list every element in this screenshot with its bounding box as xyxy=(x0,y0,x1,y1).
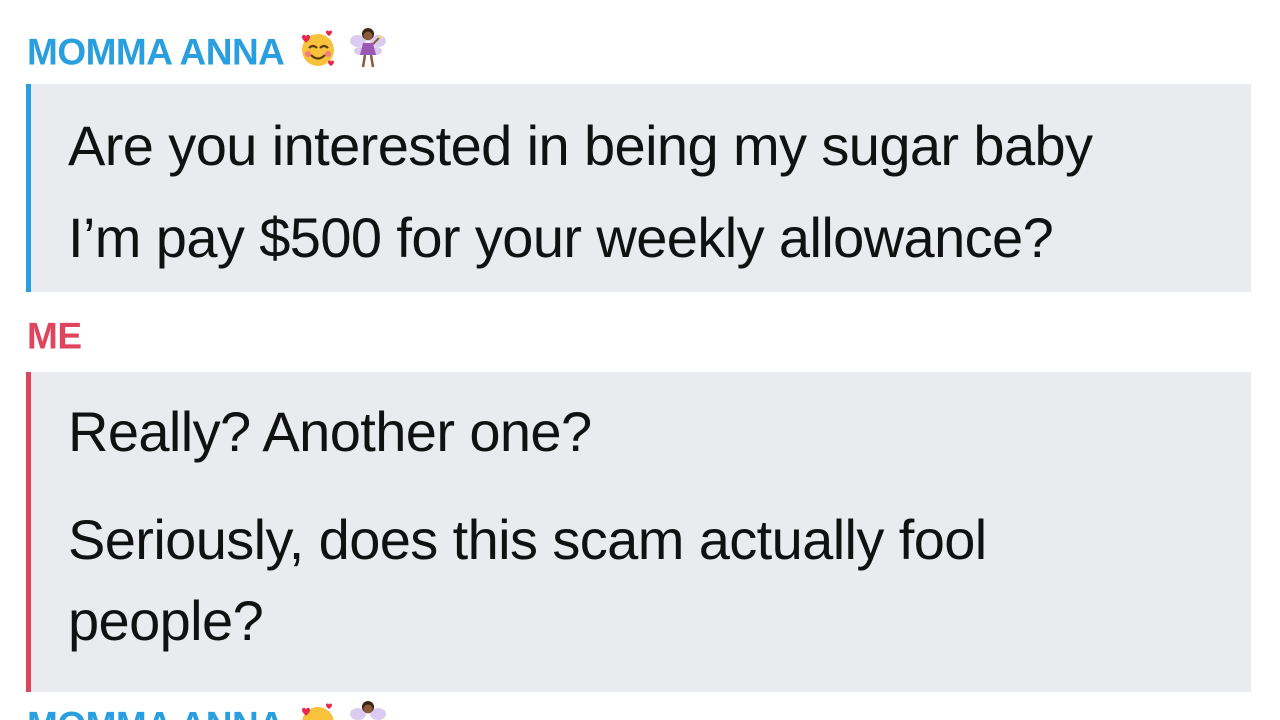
message-bubble-me: Really? Another one? Seriously, does thi… xyxy=(26,372,1251,692)
sender-label: MOMMA ANNA xyxy=(27,31,285,73)
chat-transcript: MOMMA ANNA Are you interested in being m… xyxy=(0,0,1280,720)
fairy-icon xyxy=(348,700,388,720)
message-bubble-momma-anna: Are you interested in being my sugar bab… xyxy=(26,84,1251,292)
message-text: I’m pay $500 for your weekly allowance? xyxy=(68,206,1054,269)
sender-name-me: ME xyxy=(27,315,82,355)
message-text: Are you interested in being my sugar bab… xyxy=(68,114,1093,177)
fairy-icon xyxy=(348,27,388,77)
sender-label: MOMMA ANNA xyxy=(27,705,285,720)
sender-label: ME xyxy=(27,315,82,357)
smiling-face-with-hearts-icon xyxy=(298,29,338,75)
message-text: Really? Another one? xyxy=(68,400,592,463)
sender-name-momma-anna: MOMMA ANNA xyxy=(27,27,388,77)
message-text: Seriously, does this scam actually fool xyxy=(68,508,987,571)
smiling-face-with-hearts-icon xyxy=(298,702,338,720)
sender-name-momma-anna: MOMMA ANNA xyxy=(27,700,388,720)
